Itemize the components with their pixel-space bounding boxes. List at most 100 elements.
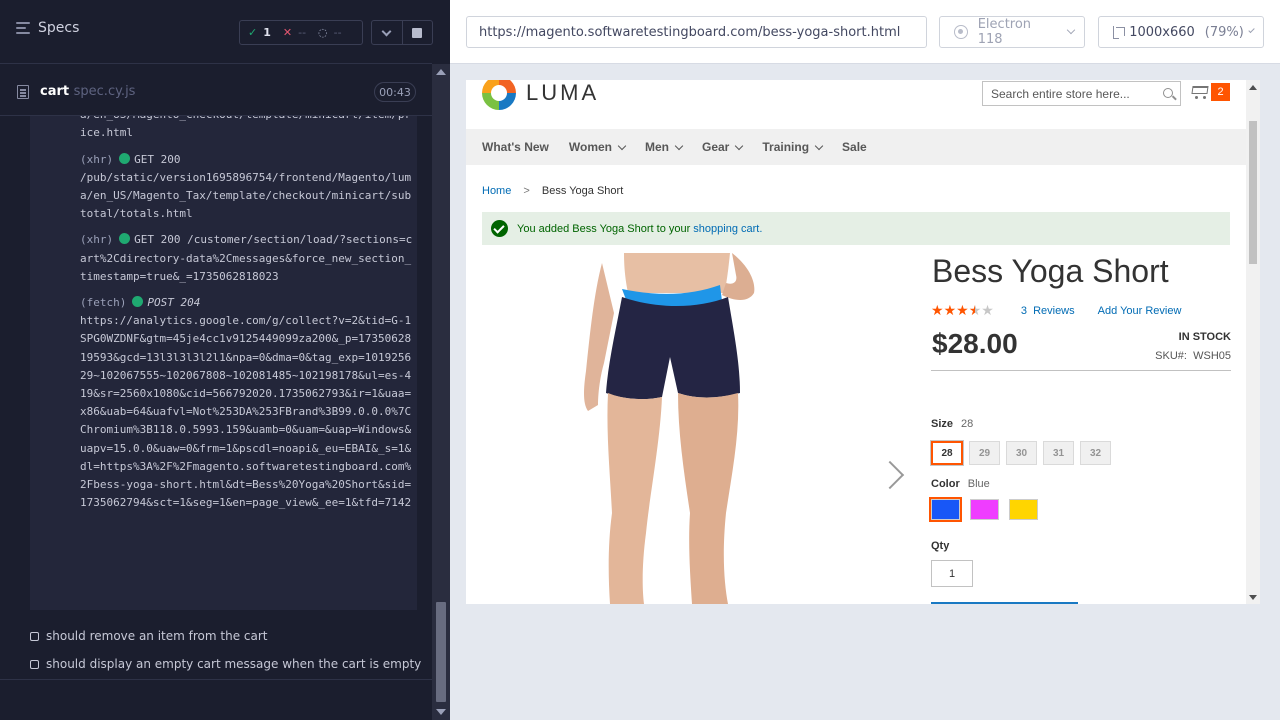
browser-selector[interactable]: Electron 118 xyxy=(939,16,1085,48)
log-method: POST 204 xyxy=(147,296,201,310)
message-text: You added Bess Yoga Short to your xyxy=(517,222,691,235)
spec-header[interactable]: cart spec.cy.js 00:43 xyxy=(0,64,432,116)
color-option-label: Color Blue xyxy=(931,478,990,490)
log-type: (xhr) xyxy=(80,233,114,247)
log-entry[interactable]: (xhr) GET 200 /customer/section/load/?sec… xyxy=(80,231,413,286)
failed-x-icon: ✕ xyxy=(282,26,293,39)
spec-name: cart xyxy=(40,84,70,99)
qty-input[interactable]: 1 xyxy=(931,560,973,587)
scrollbar-thumb[interactable] xyxy=(1249,121,1257,264)
chevron-down-icon xyxy=(735,141,744,150)
viewport-size: 1000x660 xyxy=(1129,24,1195,40)
scroll-up-icon[interactable] xyxy=(1249,85,1257,90)
test-item[interactable]: should display an empty cart message whe… xyxy=(0,650,432,678)
nav-item[interactable]: Training xyxy=(762,140,824,154)
size-swatch[interactable]: 28 xyxy=(930,440,964,466)
nav-item-label: Sale xyxy=(842,140,867,154)
star-icon: ★ xyxy=(931,302,944,318)
aut-scrollbar[interactable] xyxy=(1246,80,1260,604)
document-icon xyxy=(17,85,29,99)
stop-button[interactable] xyxy=(403,21,433,44)
store-search-input[interactable]: Search entire store here... xyxy=(982,81,1181,106)
test-pending-icon xyxy=(30,659,39,669)
shopping-cart-link[interactable]: shopping cart xyxy=(693,223,759,235)
status-dot-icon xyxy=(119,152,131,164)
sku-label: SKU#: xyxy=(1155,350,1187,362)
size-swatch[interactable]: 29 xyxy=(969,441,1000,465)
color-swatch[interactable] xyxy=(970,499,999,520)
breadcrumb-home[interactable]: Home xyxy=(482,185,511,197)
nav-item[interactable]: Sale xyxy=(842,140,867,154)
reviews-count: 3 xyxy=(1020,304,1027,317)
nav-item-label: Training xyxy=(762,140,810,154)
run-controls xyxy=(371,20,433,45)
divider xyxy=(931,370,1231,371)
size-swatch[interactable]: 30 xyxy=(1006,441,1037,465)
reviews-link[interactable]: 3 Reviews xyxy=(1021,305,1075,317)
nav-item[interactable]: Men xyxy=(645,140,684,154)
spec-duration: 00:43 xyxy=(374,82,416,102)
spec-title: cart spec.cy.js xyxy=(40,84,135,99)
qty-label: Qty xyxy=(931,540,950,552)
success-check-icon xyxy=(491,220,508,237)
size-swatch[interactable]: 31 xyxy=(1043,441,1074,465)
add-review-link[interactable]: Add Your Review xyxy=(1098,305,1182,317)
color-swatch[interactable] xyxy=(1009,499,1038,520)
test-title: should display an empty cart message whe… xyxy=(46,657,422,671)
size-selected: 28 xyxy=(961,418,974,430)
specs-title: Specs xyxy=(38,20,80,36)
add-to-cart-button[interactable] xyxy=(931,602,1078,604)
reporter-header: Specs ✓ 1 ✕ -- ◌ -- xyxy=(0,0,433,64)
scroll-down-icon[interactable] xyxy=(1249,595,1257,600)
product-price: $28.00 xyxy=(932,328,1018,359)
status-dot-icon xyxy=(119,233,131,245)
log-method: GET 200 xyxy=(134,233,181,247)
scrollbar-thumb[interactable] xyxy=(436,602,446,702)
log-text: /customer/section/load/?sections=cart%2C… xyxy=(80,233,413,283)
main-nav: What's New Women Men Gear Training Sale xyxy=(466,129,1246,165)
test-item[interactable]: should remove an item from the cart xyxy=(0,622,432,650)
log-entry[interactable]: /pub/static/version1695896754/frontend/M… xyxy=(80,116,413,143)
size-swatches: 28 29 30 31 32 xyxy=(930,440,1111,466)
reporter-scrollbar[interactable] xyxy=(432,64,450,720)
spec-file: spec.cy.js xyxy=(73,84,136,99)
zoom-level: (79%) xyxy=(1204,24,1244,40)
failed-count: -- xyxy=(298,26,307,39)
chevron-down-icon xyxy=(1248,26,1255,34)
url-field[interactable]: https://magento.softwaretestingboard.com… xyxy=(466,16,927,48)
command-log[interactable]: /pub/static/version1695896754/frontend/M… xyxy=(30,116,417,610)
size-label: Size xyxy=(931,418,954,430)
star-icon: ★ xyxy=(968,302,982,318)
log-type: (fetch) xyxy=(80,296,127,310)
viewport-info[interactable]: 1000x660 (79%) xyxy=(1098,16,1264,48)
store-logo[interactable]: LUMA xyxy=(482,80,599,110)
cart-count-badge[interactable]: 2 xyxy=(1211,83,1230,101)
size-swatch[interactable]: 32 xyxy=(1080,441,1111,465)
product-gallery[interactable] xyxy=(482,253,905,604)
color-swatches xyxy=(929,497,1038,522)
sku-value: WSH05 xyxy=(1193,350,1231,362)
nav-item[interactable]: What's New xyxy=(482,140,549,154)
color-swatch[interactable] xyxy=(929,497,962,522)
log-entry[interactable]: (fetch) POST 204 https://analytics.google… xyxy=(80,294,413,512)
scroll-up-icon[interactable] xyxy=(436,69,446,75)
product-image xyxy=(584,253,755,604)
cart-icon[interactable] xyxy=(1191,84,1209,99)
product-rating: ★★★★★ 3 Reviews Add Your Review xyxy=(931,303,1181,318)
nav-item-label: Men xyxy=(645,140,669,154)
log-method: GET 200 xyxy=(134,152,181,166)
electron-icon xyxy=(954,25,968,39)
passed-check-icon: ✓ xyxy=(248,26,258,39)
search-placeholder: Search entire store here... xyxy=(991,86,1130,101)
nav-item[interactable]: Gear xyxy=(702,140,744,154)
color-selected: Blue xyxy=(967,478,990,490)
star-icon: ★ xyxy=(981,302,994,318)
log-entry[interactable]: (xhr) GET 200 /pub/static/version16958967… xyxy=(80,151,413,224)
nav-item[interactable]: Women xyxy=(569,140,627,154)
search-icon[interactable] xyxy=(1163,88,1173,98)
ruler-icon xyxy=(1113,25,1126,39)
scroll-down-icon[interactable] xyxy=(436,709,446,715)
specs-toggle[interactable]: Specs xyxy=(16,20,79,36)
collapse-button[interactable] xyxy=(372,21,403,44)
stop-icon xyxy=(412,27,423,38)
